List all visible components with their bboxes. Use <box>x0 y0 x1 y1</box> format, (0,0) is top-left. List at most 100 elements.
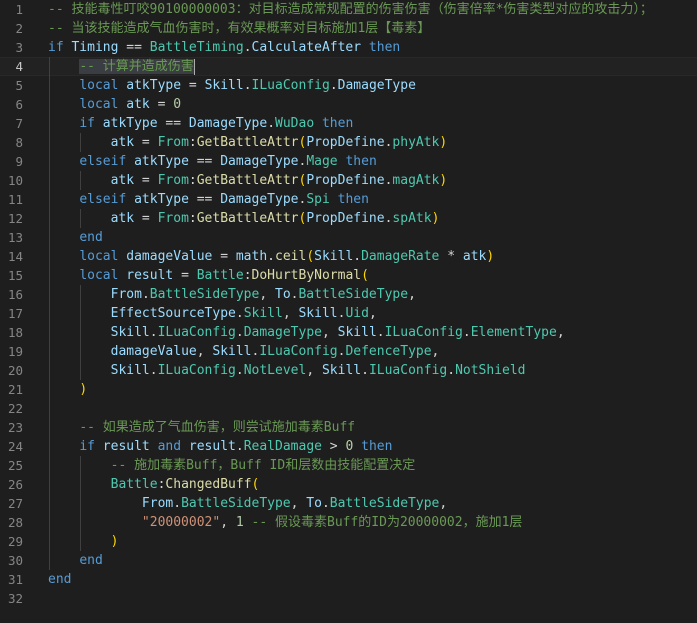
code-token: Skill <box>212 344 252 359</box>
code-line[interactable]: 3 if Timing == BattleTiming.CalculateAfte… <box>0 38 697 57</box>
code-line[interactable]: 2 -- 当该技能造成气血伤害时，有效果概率对目标施加1层【毒素】 <box>0 19 697 38</box>
line-code: atk = From:GetBattleAttr(PropDefine.spAt… <box>48 209 440 228</box>
code-line[interactable]: 7 if atkType == DamageType.WuDao then <box>0 114 697 133</box>
code-line[interactable]: 16 From.BattleSideType, To.BattleSideTyp… <box>0 285 697 304</box>
indent-guide <box>80 171 82 190</box>
line-number: 29 <box>7 534 23 549</box>
code-line[interactable]: 15 local result = Battle:DoHurtByNormal( <box>0 266 697 285</box>
code-token: ceil <box>275 249 307 264</box>
code-token: = <box>173 268 197 283</box>
code-token: . <box>353 249 362 264</box>
code-line[interactable]: 21 ) <box>0 380 697 399</box>
line-code: Skill.ILuaConfig.NotLevel, Skill.ILuaCon… <box>48 361 526 380</box>
code-line[interactable]: 18 Skill.ILuaConfig.DamageType, Skill.IL… <box>0 323 697 342</box>
code-token: DoHurtByNormal <box>251 268 362 283</box>
code-token: DamageType <box>220 154 299 169</box>
code-line[interactable]: 14 local damageValue = math.ceil(Skill.D… <box>0 247 697 266</box>
code-token: DamageType <box>188 116 268 131</box>
line-code: -- 如果造成了气血伤害，则尝试施加毒素Buff <box>48 418 355 437</box>
code-line[interactable]: 20 Skill.ILuaConfig.NotLevel, Skill.ILua… <box>0 361 697 380</box>
code-line[interactable]: 31 end <box>0 570 697 589</box>
line-number: 1 <box>15 2 23 17</box>
line-number: 28 <box>7 515 23 530</box>
code-token: Battle <box>110 477 158 492</box>
code-editor[interactable]: 1 -- 技能毒性叮咬90100000003：对目标造成常规配置的伤害伤害（伤害倍… <box>0 0 697 623</box>
code-token: ILuaConfig <box>259 344 338 359</box>
code-line[interactable]: 32 <box>0 589 697 608</box>
code-token: -- 技能毒性叮咬90100000003：对目标造成常规配置的伤害伤害（伤害倍率… <box>48 2 653 17</box>
code-token: : <box>188 135 197 150</box>
code-line[interactable]: 25 -- 施加毒素Buff，Buff ID和层数由技能配置决定 <box>0 456 697 475</box>
code-token: -- 如果造成了气血伤害，则尝试施加毒素Buff <box>79 420 356 435</box>
code-token: GetBattleAttr <box>196 173 299 188</box>
code-token: , <box>196 344 213 359</box>
code-token: , <box>408 287 416 302</box>
code-token: , <box>321 325 338 340</box>
code-token: , <box>259 287 275 302</box>
code-token: magAtk <box>392 173 440 188</box>
code-token: WuDao <box>275 116 315 131</box>
code-line[interactable]: 17 EffectSourceType.Skill, Skill.Uid, <box>0 304 697 323</box>
code-line[interactable]: 1 -- 技能毒性叮咬90100000003：对目标造成常规配置的伤害伤害（伤害倍… <box>0 0 697 19</box>
code-line[interactable]: 26 Battle:ChangedBuff( <box>0 475 697 494</box>
code-line[interactable]: 5 local atkType = Skill.ILuaConfig.Damag… <box>0 76 697 95</box>
code-token: To <box>306 496 322 511</box>
line-code: end <box>48 551 102 570</box>
code-line[interactable]: 6 local atk = 0 <box>0 95 697 114</box>
code-token: ) <box>439 135 448 150</box>
code-token: ILuaConfig <box>157 325 236 340</box>
code-line[interactable]: 19 damageValue, Skill.ILuaConfig.Defence… <box>0 342 697 361</box>
code-token: = <box>134 211 158 226</box>
code-token: result <box>126 268 174 283</box>
code-token: . <box>329 78 338 93</box>
code-token: ElementType <box>470 325 557 340</box>
code-token: Timing <box>71 40 119 55</box>
code-token: PropDefine <box>306 135 385 150</box>
code-line[interactable]: 8 atk = From:GetBattleAttr(PropDefine.ph… <box>0 133 697 152</box>
code-line[interactable]: 11 elseif atkType == DamageType.Spi then <box>0 190 697 209</box>
code-token: NotLevel <box>243 363 307 378</box>
code-line[interactable]: 23 -- 如果造成了气血伤害，则尝试施加毒素Buff <box>0 418 697 437</box>
code-token: BattleSideType <box>149 287 260 302</box>
code-line[interactable]: 4 -- 计算并造成伤害 <box>0 57 697 76</box>
code-line[interactable]: 27 From.BattleSideType, To.BattleSideTyp… <box>0 494 697 513</box>
line-number: 23 <box>7 420 23 435</box>
code-token: then <box>345 154 377 169</box>
code-line[interactable]: 22 <box>0 399 697 418</box>
code-line[interactable]: 9 elseif atkType == DamageType.Mage then <box>0 152 697 171</box>
line-number: 13 <box>7 230 23 245</box>
code-token: and <box>157 439 182 454</box>
code-line[interactable]: 30 end <box>0 551 697 570</box>
code-token: ) <box>431 211 440 226</box>
code-token: BattleSideType <box>298 287 409 302</box>
code-token: PropDefine <box>306 173 385 188</box>
code-token: , <box>306 363 322 378</box>
code-token: EffectSourceType <box>110 306 236 321</box>
line-code: if atkType == DamageType.WuDao then <box>48 114 353 133</box>
code-token: BattleSideType <box>329 496 440 511</box>
code-line[interactable]: 28 "20000002", 1 -- 假设毒素Buff的ID为20000002… <box>0 513 697 532</box>
line-code: end <box>48 228 102 247</box>
code-line[interactable]: 13 end <box>0 228 697 247</box>
code-token: math <box>235 249 268 264</box>
code-line[interactable]: 12 atk = From:GetBattleAttr(PropDefine.s… <box>0 209 697 228</box>
code-token: , <box>556 325 565 340</box>
code-token: DamageType <box>243 325 322 340</box>
code-line[interactable]: 10 atk = From:GetBattleAttr(PropDefine.m… <box>0 171 697 190</box>
code-line[interactable]: 24 if result and result.RealDamage > 0 t… <box>0 437 697 456</box>
line-number: 10 <box>7 173 23 188</box>
code-line[interactable]: 29 ) <box>0 532 697 551</box>
code-token: end <box>48 572 72 587</box>
code-token: atk <box>462 249 487 264</box>
code-token: . <box>149 325 158 340</box>
code-token: . <box>447 363 456 378</box>
line-code: -- 施加毒素Buff，Buff ID和层数由技能配置决定 <box>48 456 416 475</box>
